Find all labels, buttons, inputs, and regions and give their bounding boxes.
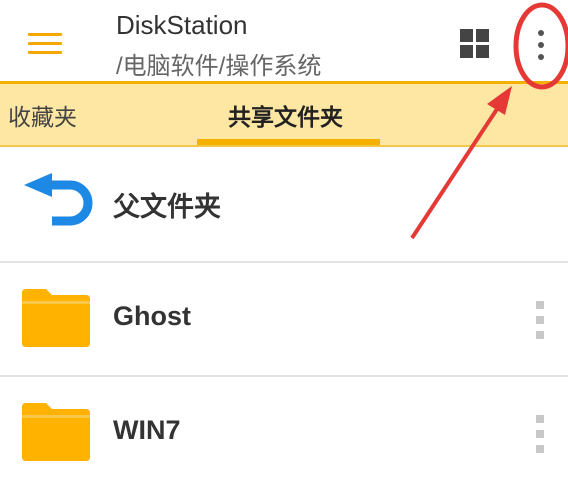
folder-icon <box>22 403 90 461</box>
parent-folder-label: 父文件夹 <box>113 192 221 222</box>
grid-view-icon[interactable] <box>460 29 490 59</box>
active-tab-indicator <box>197 139 380 145</box>
folder-row-ghost[interactable]: Ghost <box>0 263 568 377</box>
breadcrumb-path: /电脑软件/操作系统 <box>116 53 322 80</box>
folder-row-win7[interactable]: WIN7 <box>0 377 568 491</box>
folder-icon <box>22 289 90 347</box>
item-more-icon[interactable] <box>535 301 545 341</box>
item-more-icon[interactable] <box>535 415 545 455</box>
app-bar: DiskStation /电脑软件/操作系统 <box>0 0 568 84</box>
back-arrow-icon <box>24 173 93 226</box>
tab-bar: 收藏夹 共享文件夹 <box>0 84 568 147</box>
folder-name: Ghost <box>113 301 191 331</box>
folder-name: WIN7 <box>113 415 181 445</box>
parent-folder-row[interactable]: 父文件夹 <box>0 147 568 261</box>
more-options-icon[interactable] <box>532 28 550 62</box>
menu-icon[interactable] <box>28 33 62 55</box>
tab-favorites[interactable]: 收藏夹 <box>8 84 77 147</box>
app-title: DiskStation <box>116 10 248 40</box>
tab-shared-folders[interactable]: 共享文件夹 <box>228 84 343 147</box>
